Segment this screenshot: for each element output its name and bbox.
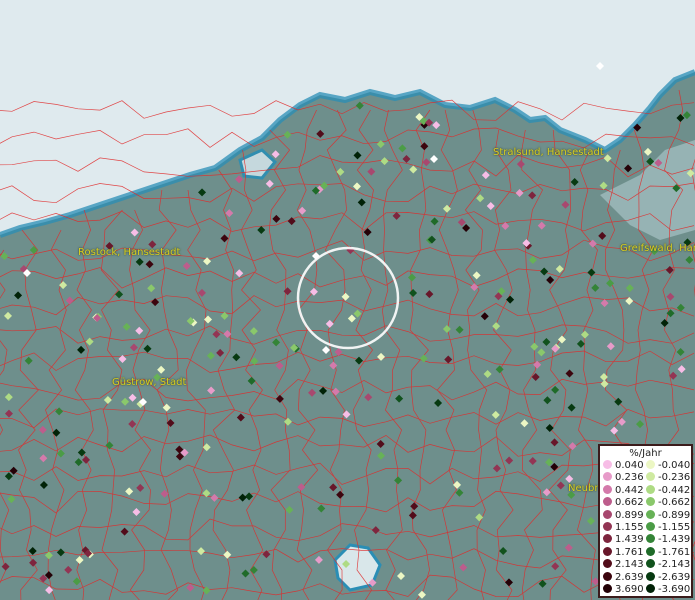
legend-swatch: [603, 522, 612, 531]
legend-value: -1.439: [658, 534, 691, 546]
legend-value: -3.690: [658, 584, 691, 595]
legend-value: -0.899: [658, 509, 691, 521]
legend-entry-positive: 0.899: [603, 509, 644, 522]
legend-value: 1.439: [615, 534, 644, 546]
legend-swatch: [646, 534, 655, 544]
legend-value: 0.040: [615, 460, 644, 471]
legend-swatch: [603, 584, 612, 593]
legend-value: -0.040: [658, 460, 691, 471]
legend-value: -1.761: [658, 546, 691, 558]
legend-swatch: [646, 571, 655, 581]
legend-entry-positive: 0.236: [603, 472, 644, 484]
city-label-stralsund: Stralsund, Hansestadt: [493, 147, 604, 158]
legend-swatch: [646, 559, 655, 569]
legend-title: %/Jahr: [629, 448, 662, 459]
city-label-rostock: Rostock, Hansestadt: [78, 247, 181, 258]
legend-swatch: [603, 534, 612, 544]
legend-swatch: [603, 497, 612, 507]
legend-swatch: [603, 571, 612, 581]
legend-swatch: [603, 484, 612, 494]
legend-value: -0.236: [658, 472, 691, 484]
legend-swatch: [646, 546, 655, 556]
legend-entry-positive: 0.662: [603, 497, 644, 509]
city-label-guestrow: Güstrow, Stadt: [112, 377, 187, 388]
city-label-greifswald: Greifswald, Han: [620, 243, 695, 254]
legend-value: 2.639: [615, 571, 644, 583]
legend-value: -2.639: [658, 571, 691, 583]
legend-entry-positive: 2.639: [603, 571, 644, 584]
legend-swatch: [646, 460, 655, 469]
legend-entry-positive: 0.442: [603, 484, 644, 497]
legend-entry-negative: -2.143: [646, 559, 690, 571]
legend-entry-negative: -1.155: [646, 522, 690, 534]
legend-value: 0.662: [615, 497, 644, 509]
legend-swatch: [603, 460, 612, 469]
map-view[interactable]: Rostock, Hansestadt Stralsund, Hansestad…: [0, 0, 695, 600]
legend-entry-negative: -0.662: [646, 497, 690, 509]
legend-value: -0.442: [658, 484, 691, 496]
legend-value: 2.143: [615, 559, 644, 571]
legend-entry-negative: -0.236: [646, 472, 690, 484]
legend-entry-negative: -0.040: [646, 460, 690, 472]
legend-entry-positive: 1.761: [603, 546, 644, 559]
legend-swatch: [603, 546, 612, 556]
legend-entry-positive: 0.040: [603, 460, 644, 472]
legend-entry-negative: -0.442: [646, 484, 691, 497]
legend-entry-negative: -0.899: [646, 509, 691, 522]
legend-value: -2.143: [658, 559, 691, 571]
legend-value: 0.899: [615, 509, 644, 521]
legend-entry-negative: -1.761: [646, 546, 691, 559]
legend-swatch: [603, 472, 612, 482]
legend-swatch: [646, 497, 655, 507]
legend-entry-positive: 1.439: [603, 534, 644, 546]
legend-entry-positive: 2.143: [603, 559, 644, 571]
legend-swatch: [646, 522, 655, 531]
legend-swatch: [646, 472, 655, 482]
legend-entry-negative: -1.439: [646, 534, 690, 546]
legend-value: -0.662: [658, 497, 691, 509]
map-legend: %/Jahr 0.040 0.236 0.442 0.662 0.899 1.155 1.4…: [598, 444, 693, 598]
city-label-neubrandenburg: Neubr: [568, 483, 599, 494]
legend-swatch: [603, 559, 612, 569]
legend-value: 1.761: [615, 546, 644, 558]
legend-swatch: [646, 584, 655, 593]
legend-value: 0.442: [615, 484, 644, 496]
legend-value: 3.690: [615, 584, 644, 595]
legend-swatch: [603, 509, 612, 519]
legend-entry-positive: 1.155: [603, 522, 644, 534]
legend-value: 0.236: [615, 472, 644, 484]
legend-value: 1.155: [615, 522, 644, 533]
legend-entry-positive: 3.690: [603, 584, 644, 596]
legend-entry-negative: -3.690: [646, 584, 690, 596]
legend-swatch: [646, 509, 655, 519]
legend-entry-negative: -2.639: [646, 571, 691, 584]
legend-swatch: [646, 484, 655, 494]
legend-value: -1.155: [658, 522, 691, 533]
basemap: [0, 0, 695, 600]
